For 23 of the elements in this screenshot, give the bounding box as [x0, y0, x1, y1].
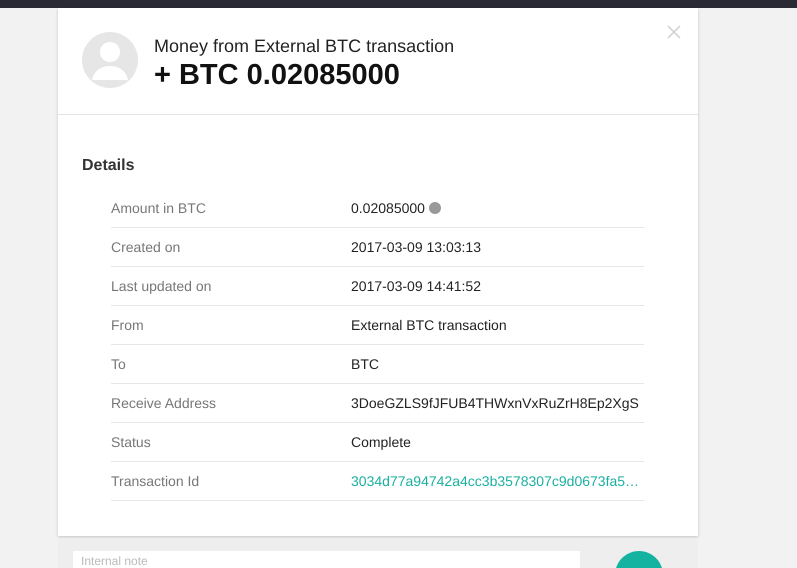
- detail-label: Transaction Id: [111, 473, 200, 489]
- detail-label: Last updated on: [111, 278, 212, 294]
- detail-label: From: [111, 317, 145, 333]
- detail-value: 0.02085000: [351, 200, 425, 216]
- section-title: Details: [82, 157, 136, 175]
- detail-label: Amount in BTC: [111, 200, 207, 216]
- close-button[interactable]: [666, 24, 682, 40]
- detail-value: 3DoeGZLS9fJFUB4THWxnVxRuZrH8Ep2XgS: [351, 395, 639, 411]
- detail-label: Created on: [111, 239, 182, 255]
- detail-value: 2017-03-09 14:41:52: [351, 278, 481, 294]
- detail-label: To: [111, 356, 127, 372]
- detail-label: Receive Address: [111, 395, 218, 411]
- note-field[interactable]: Internal note: [73, 551, 580, 568]
- transaction-link[interactable]: 3034d77a94742a4cc3b3578307c9d0673fa5…: [351, 473, 640, 489]
- transaction-title: Money from External BTC transaction: [154, 36, 454, 57]
- detail-value: Complete: [351, 434, 411, 450]
- help-icon[interactable]: [428, 202, 441, 214]
- detail-value: BTC: [351, 356, 379, 372]
- transaction-amount: + BTC 0.02085000: [154, 59, 401, 92]
- detail-label: Status: [111, 434, 152, 450]
- detail-value: External BTC transaction: [351, 317, 507, 333]
- detail-value: 2017-03-09 13:03:13: [351, 239, 481, 255]
- avatar-icon: [82, 32, 138, 88]
